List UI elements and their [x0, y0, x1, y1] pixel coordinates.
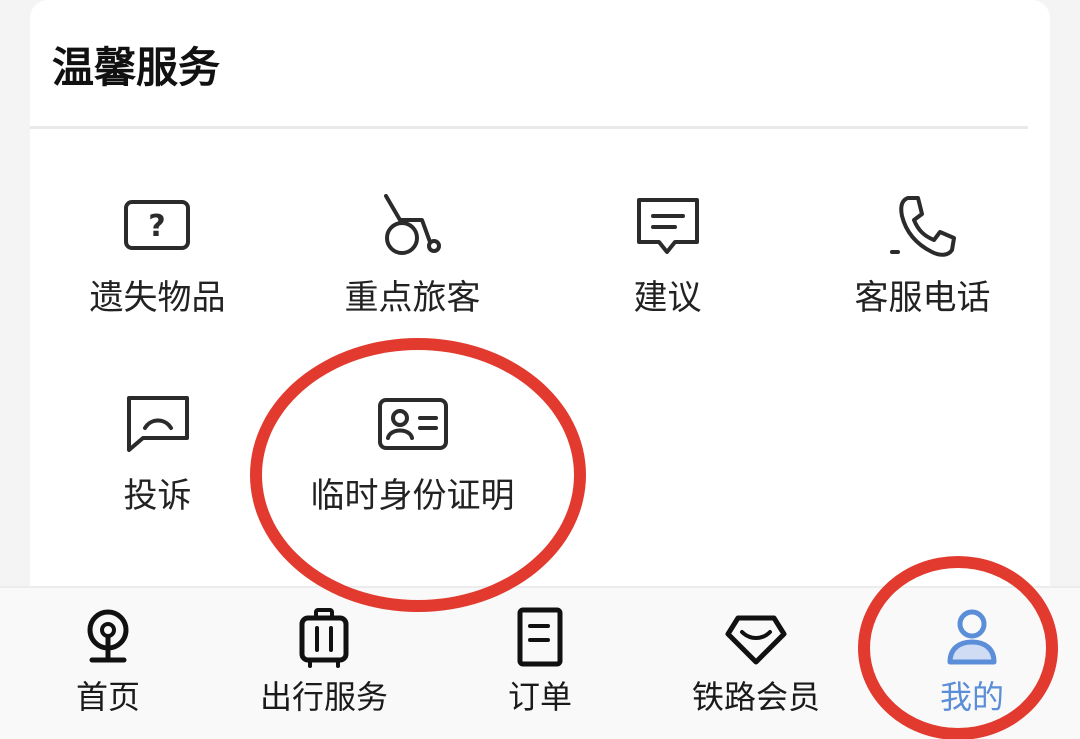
- section-title: 温馨服务: [52, 43, 221, 92]
- complaint-icon: [126, 396, 189, 452]
- service-complaint[interactable]: 投诉: [30, 390, 285, 518]
- tab-orders[interactable]: 订单: [432, 588, 648, 739]
- tab-home[interactable]: 首页: [0, 588, 216, 739]
- tab-railway-member[interactable]: 铁路会员: [648, 588, 864, 739]
- railway-logo-icon: [87, 609, 129, 663]
- service-temporary-id[interactable]: 临时身份证明: [285, 390, 540, 518]
- tab-label: 首页: [75, 678, 140, 716]
- tab-mine[interactable]: 我的: [864, 588, 1080, 739]
- suggestion-icon: [636, 198, 699, 254]
- svg-text:?: ?: [148, 209, 165, 244]
- tab-label: 铁路会员: [691, 678, 820, 716]
- tab-label: 出行服务: [259, 678, 388, 716]
- service-label: 重点旅客: [344, 278, 481, 318]
- service-label: 投诉: [123, 476, 192, 516]
- warm-service-card: 温馨服务 ? 遗失物品 重点旅客 建议 客服电话 投诉 临时身份证明: [30, 0, 1050, 600]
- app-screen: 温馨服务 ? 遗失物品 重点旅客 建议 客服电话 投诉 临时身份证明 首页 出行…: [0, 0, 1080, 739]
- service-label: 临时身份证明: [310, 476, 515, 516]
- tab-label: 我的: [939, 678, 1004, 716]
- service-label: 建议: [633, 278, 702, 318]
- service-label: 客服电话: [854, 278, 991, 318]
- service-hotline[interactable]: 客服电话: [795, 192, 1050, 320]
- id-card-icon: [377, 398, 448, 450]
- lost-item-icon: ?: [123, 200, 190, 250]
- phone-icon: [889, 196, 956, 257]
- tab-label: 订单: [507, 678, 572, 716]
- diamond-icon: [725, 615, 787, 665]
- wheelchair-icon: [383, 194, 441, 255]
- luggage-icon: [299, 608, 349, 668]
- service-key-passengers[interactable]: 重点旅客: [285, 192, 540, 320]
- section-divider: [30, 126, 1028, 129]
- tab-travel-services[interactable]: 出行服务: [216, 588, 432, 739]
- service-suggestion[interactable]: 建议: [540, 192, 795, 320]
- user-icon: [947, 609, 997, 665]
- service-label: 遗失物品: [89, 278, 226, 318]
- order-icon: [517, 607, 563, 667]
- service-lost-items[interactable]: ? 遗失物品: [30, 192, 285, 320]
- bottom-tab-bar: 首页 出行服务 订单 铁路会员 我的: [0, 586, 1080, 739]
